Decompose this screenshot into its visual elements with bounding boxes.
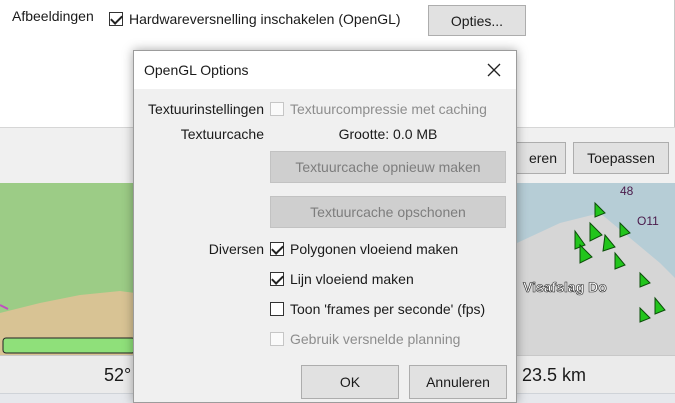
dialog-title: OpenGL Options [144,62,249,78]
map-label-visafslag: Visafslag Do [523,279,607,295]
apply-button[interactable]: Toepassen [573,142,669,174]
texture-compression-checkbox[interactable] [270,102,284,116]
map-code-o11: O11 [637,214,659,228]
close-icon [487,63,501,77]
close-button[interactable] [480,57,508,83]
accelerated-planning-checkbox[interactable] [270,332,284,346]
hw-accel-label: Hardwareversnelling inschakelen (OpenGL) [129,11,401,27]
accelerated-planning-label: Gebruik versnelde planning [290,331,461,347]
show-fps-checkbox[interactable] [270,302,284,316]
cancel-button[interactable]: Annuleren [409,365,507,399]
ok-button[interactable]: OK [301,365,399,399]
hw-accel-option[interactable]: Hardwareversnelling inschakelen (OpenGL) [109,11,401,27]
clear-cache-button[interactable]: Textuurcache opschonen [270,196,506,228]
accelerated-planning-option[interactable]: Gebruik versnelde planning [270,331,460,347]
line-smoothing-label: Lijn vloeiend maken [290,271,414,287]
line-smoothing-option[interactable]: Lijn vloeiend maken [270,271,414,287]
progress-bar [2,337,136,354]
map-code-48: 48 [620,184,634,198]
polygon-smoothing-checkbox[interactable] [270,242,284,256]
polygon-smoothing-label: Polygonen vloeiend maken [290,241,459,257]
rebuild-cache-button[interactable]: Textuurcache opnieuw maken [270,151,506,183]
texture-cache-label: Textuurcache [180,126,264,142]
opengl-options-dialog: OpenGL Options Textuurinstellingen Textu… [133,50,517,403]
texture-compression-label: Textuurcompressie met caching [290,101,487,117]
status-right-value: 23.5 km [522,365,587,385]
polygon-smoothing-option[interactable]: Polygonen vloeiend maken [270,241,458,257]
section-label-afbeeldingen: Afbeeldingen [12,8,94,24]
texture-settings-label: Textuurinstellingen [148,101,264,117]
status-left-value: 52° [104,365,132,385]
dialog-titlebar: OpenGL Options [134,51,516,89]
texture-cache-size: Grootte: 0.0 MB [338,126,438,142]
texture-compression-option[interactable]: Textuurcompressie met caching [270,101,487,117]
misc-label: Diversen [208,241,264,257]
show-fps-label: Toon 'frames per seconde' (fps) [290,301,486,317]
hw-accel-checkbox[interactable] [109,12,123,26]
options-button[interactable]: Opties... [428,5,526,36]
line-smoothing-checkbox[interactable] [270,272,284,286]
show-fps-option[interactable]: Toon 'frames per seconde' (fps) [270,301,485,317]
